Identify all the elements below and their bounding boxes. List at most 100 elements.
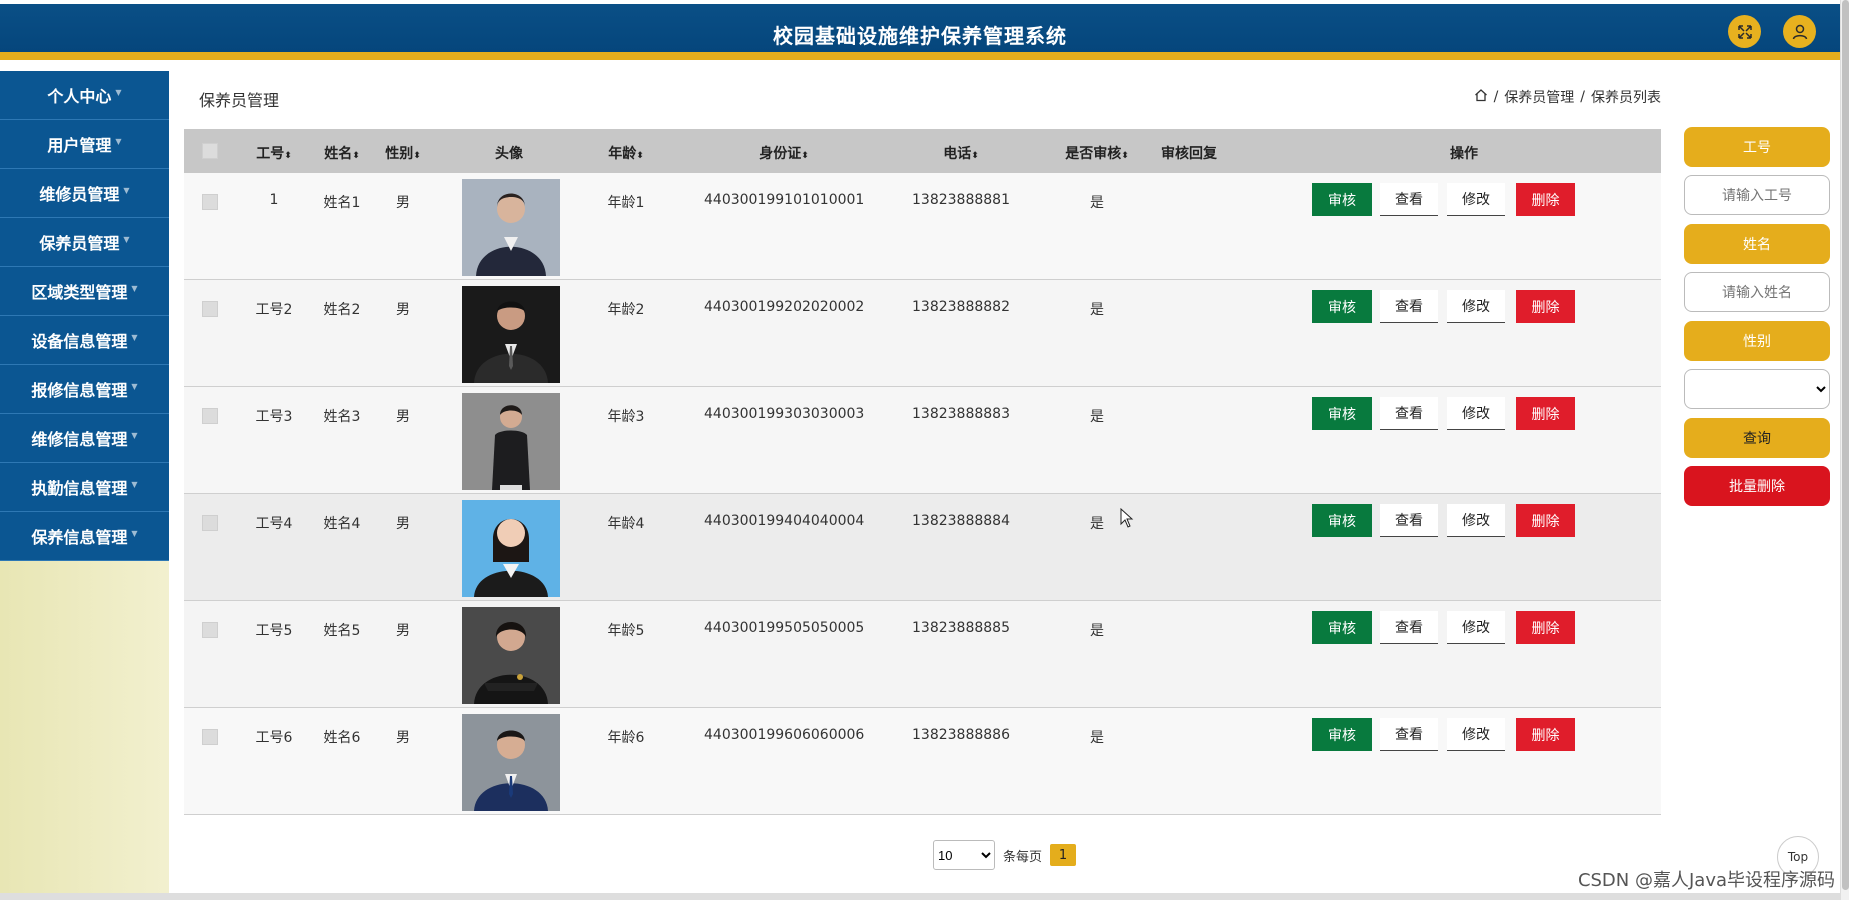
column-header-name[interactable]: 姓名⬍: [322, 143, 362, 163]
sidebar-item-maintenance-info[interactable]: 保养信息管理 ▼: [0, 512, 169, 561]
chevron-down-icon: ▼: [123, 234, 130, 244]
cell-phone: 13823888886: [912, 727, 1010, 743]
avatar[interactable]: [462, 286, 560, 383]
edit-button[interactable]: 修改: [1447, 611, 1505, 644]
sidebar-item-area-types[interactable]: 区域类型管理 ▼: [0, 267, 169, 316]
gender-filter-label: 性别: [1684, 321, 1830, 361]
vertical-scrollbar[interactable]: [1840, 0, 1849, 900]
column-header-audited[interactable]: 是否审核⬍: [1061, 143, 1133, 163]
gender-select[interactable]: [1684, 369, 1830, 409]
cell-age: 年龄2: [607, 302, 645, 318]
cell-age: 年龄4: [607, 516, 645, 532]
sidebar-item-users[interactable]: 用户管理 ▼: [0, 120, 169, 169]
cell-gender: 男: [396, 623, 410, 639]
view-button[interactable]: 查看: [1380, 183, 1438, 216]
delete-button[interactable]: 删除: [1516, 718, 1575, 751]
table-row: 工号4 姓名4 男 年龄4 440300199404040004 1382388…: [184, 494, 1661, 601]
row-checkbox[interactable]: [202, 194, 218, 210]
cell-audited: 是: [1090, 195, 1104, 211]
edit-button[interactable]: 修改: [1447, 504, 1505, 537]
scrollbar-thumb[interactable]: [1842, 0, 1849, 890]
cell-phone: 13823888884: [912, 513, 1010, 529]
sidebar-item-duty-info[interactable]: 执勤信息管理 ▼: [0, 463, 169, 512]
audit-button[interactable]: 审核: [1312, 290, 1372, 323]
row-checkbox[interactable]: [202, 515, 218, 531]
avatar[interactable]: [462, 500, 560, 597]
sort-icon: ⬍: [413, 151, 421, 161]
edit-button[interactable]: 修改: [1447, 290, 1505, 323]
avatar[interactable]: [462, 393, 560, 490]
sidebar-item-repair-info[interactable]: 维修信息管理 ▼: [0, 414, 169, 463]
avatar[interactable]: [462, 179, 560, 276]
table-row: 工号2 姓名2 男 年龄2 440300199202020002 1382388…: [184, 280, 1661, 387]
cell-name: 姓名2: [323, 302, 361, 318]
view-button[interactable]: 查看: [1380, 611, 1438, 644]
audit-button[interactable]: 审核: [1312, 718, 1372, 751]
column-header-gender[interactable]: 性别⬍: [383, 143, 423, 163]
batch-delete-button[interactable]: 批量删除: [1684, 466, 1830, 506]
view-button[interactable]: 查看: [1380, 290, 1438, 323]
cell-id: 工号6: [255, 730, 293, 746]
delete-button[interactable]: 删除: [1516, 611, 1575, 644]
edit-button[interactable]: 修改: [1447, 183, 1505, 216]
delete-button[interactable]: 删除: [1516, 183, 1575, 216]
cell-phone: 13823888885: [912, 620, 1010, 636]
per-page-label: 条每页: [1003, 849, 1043, 865]
delete-button[interactable]: 删除: [1516, 504, 1575, 537]
view-button[interactable]: 查看: [1380, 397, 1438, 430]
chevron-down-icon: ▼: [131, 283, 138, 293]
column-header-phone[interactable]: 电话⬍: [936, 143, 986, 163]
breadcrumb-separator: /: [1580, 89, 1585, 105]
name-filter-label: 姓名: [1684, 224, 1830, 264]
column-header-id[interactable]: 工号⬍: [254, 143, 294, 163]
delete-button[interactable]: 删除: [1516, 290, 1575, 323]
avatar[interactable]: [462, 714, 560, 811]
sidebar-item-maintainers[interactable]: 保养员管理 ▼: [0, 218, 169, 267]
search-button[interactable]: 查询: [1684, 418, 1830, 458]
id-search-input[interactable]: [1684, 175, 1830, 215]
row-checkbox[interactable]: [202, 301, 218, 317]
avatar[interactable]: [462, 607, 560, 704]
view-button[interactable]: 查看: [1380, 718, 1438, 751]
audit-button[interactable]: 审核: [1312, 397, 1372, 430]
select-all-checkbox[interactable]: [202, 143, 218, 159]
sidebar-item-repair-reports[interactable]: 报修信息管理 ▼: [0, 365, 169, 414]
column-header-idcard[interactable]: 身份证⬍: [754, 143, 814, 163]
cell-audited: 是: [1090, 516, 1104, 532]
view-button[interactable]: 查看: [1380, 504, 1438, 537]
page-size-select[interactable]: 10: [933, 840, 995, 870]
cell-name: 姓名6: [323, 730, 361, 746]
sidebar-item-personal-center[interactable]: 个人中心 ▼: [0, 71, 169, 120]
edit-button[interactable]: 修改: [1447, 397, 1505, 430]
chevron-down-icon: ▼: [115, 87, 122, 97]
audit-button[interactable]: 审核: [1312, 611, 1372, 644]
cell-id: 1: [269, 192, 279, 208]
cell-gender: 男: [396, 730, 410, 746]
cell-idcard: 440300199505050005: [704, 620, 865, 636]
sidebar-item-devices[interactable]: 设备信息管理 ▼: [0, 316, 169, 365]
row-checkbox[interactable]: [202, 408, 218, 424]
page-number-button[interactable]: 1: [1050, 844, 1077, 866]
cell-age: 年龄6: [607, 730, 645, 746]
sidebar-item-label: 用户管理: [47, 136, 112, 155]
audit-button[interactable]: 审核: [1312, 183, 1372, 216]
breadcrumb-item[interactable]: 保养员管理: [1504, 87, 1574, 107]
sidebar-item-repairers[interactable]: 维修员管理 ▼: [0, 169, 169, 218]
delete-button[interactable]: 删除: [1516, 397, 1575, 430]
name-search-input[interactable]: [1684, 272, 1830, 312]
cell-gender: 男: [396, 409, 410, 425]
edit-button[interactable]: 修改: [1447, 718, 1505, 751]
home-icon[interactable]: [1474, 88, 1488, 106]
breadcrumb: / 保养员管理 / 保养员列表: [1474, 87, 1661, 107]
row-checkbox[interactable]: [202, 622, 218, 638]
header-bar: 校园基础设施维护保养管理系统: [0, 4, 1840, 60]
fullscreen-icon[interactable]: [1728, 15, 1761, 48]
column-header-age[interactable]: 年龄⬍: [606, 143, 646, 163]
user-icon[interactable]: [1783, 15, 1816, 48]
audit-button[interactable]: 审核: [1312, 504, 1372, 537]
cell-id: 工号2: [255, 302, 293, 318]
chevron-down-icon: ▼: [131, 430, 138, 440]
cursor-icon: [1120, 507, 1134, 532]
cell-audited: 是: [1090, 302, 1104, 318]
row-checkbox[interactable]: [202, 729, 218, 745]
